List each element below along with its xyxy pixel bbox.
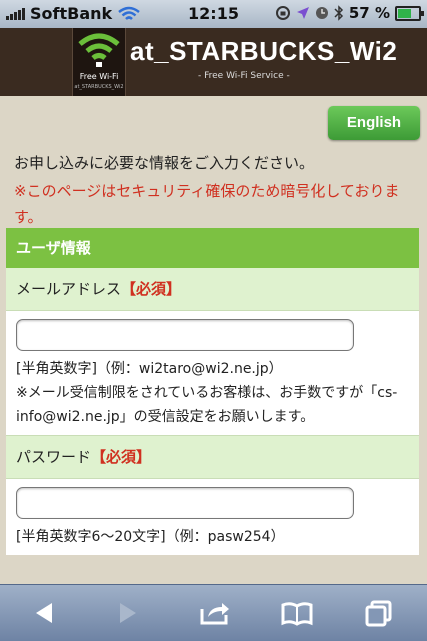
password-label: パスワード [16, 448, 92, 466]
status-bar: SoftBank 12:15 57 % [0, 0, 427, 28]
rotation-lock-icon [275, 6, 290, 20]
email-field-box: [半角英数字]（例：wi2taro@wi2.ne.jp） ※メール受信制限をされ… [6, 311, 419, 435]
email-note: ※メール受信制限をされているお客様は、お手数ですが「cs-info@wi2.ne… [16, 385, 398, 425]
battery-percent: 57 % [348, 4, 390, 22]
section-title: ユーザ情報 [6, 228, 419, 268]
registration-form: ユーザ情報 メールアドレス【必須】 [半角英数字]（例：wi2taro@wi2.… [6, 228, 419, 555]
bookmarks-icon[interactable] [280, 599, 314, 627]
email-hint: [半角英数字]（例：wi2taro@wi2.ne.jp） [16, 361, 283, 377]
tabs-icon[interactable] [362, 599, 396, 627]
bluetooth-icon [334, 5, 343, 21]
wifi-logo: Free Wi-Fi at_STARBUCKS_Wi2 [72, 28, 126, 96]
alarm-icon [315, 7, 328, 19]
forward-icon[interactable] [110, 599, 144, 627]
intro-text: お申し込みに必要な情報をご入力ください。 [14, 154, 315, 172]
logo-label: Free Wi-Fi [79, 72, 119, 81]
password-hint: [半角英数字6～20文字]（例：pasw254） [16, 529, 285, 545]
site-header: Free Wi-Fi at_STARBUCKS_Wi2 at_STARBUCKS… [0, 28, 427, 96]
wifi-logo-icon [78, 33, 120, 67]
security-notice: ※このページはセキュリティ確保のため暗号化しております。 [14, 182, 400, 226]
email-input[interactable] [16, 319, 354, 351]
password-input[interactable] [16, 487, 354, 519]
password-required-badge: 【必須】 [91, 448, 152, 466]
browser-toolbar [0, 584, 427, 641]
battery-icon [395, 5, 424, 21]
site-title: at_STARBUCKS_Wi2 [130, 36, 398, 66]
email-required-badge: 【必須】 [121, 280, 182, 298]
site-subtitle: - Free Wi-Fi Service - [198, 71, 290, 81]
email-label: メールアドレス [16, 280, 122, 298]
logo-sublabel: at_STARBUCKS_Wi2 [74, 84, 124, 90]
email-label-row: メールアドレス【必須】 [6, 268, 419, 311]
location-icon [296, 7, 309, 19]
share-icon[interactable] [198, 599, 232, 627]
english-button[interactable]: English [328, 106, 420, 140]
password-label-row: パスワード【必須】 [6, 435, 419, 479]
password-field-box: [半角英数字6～20文字]（例：pasw254） [6, 479, 419, 555]
back-icon[interactable] [28, 599, 62, 627]
